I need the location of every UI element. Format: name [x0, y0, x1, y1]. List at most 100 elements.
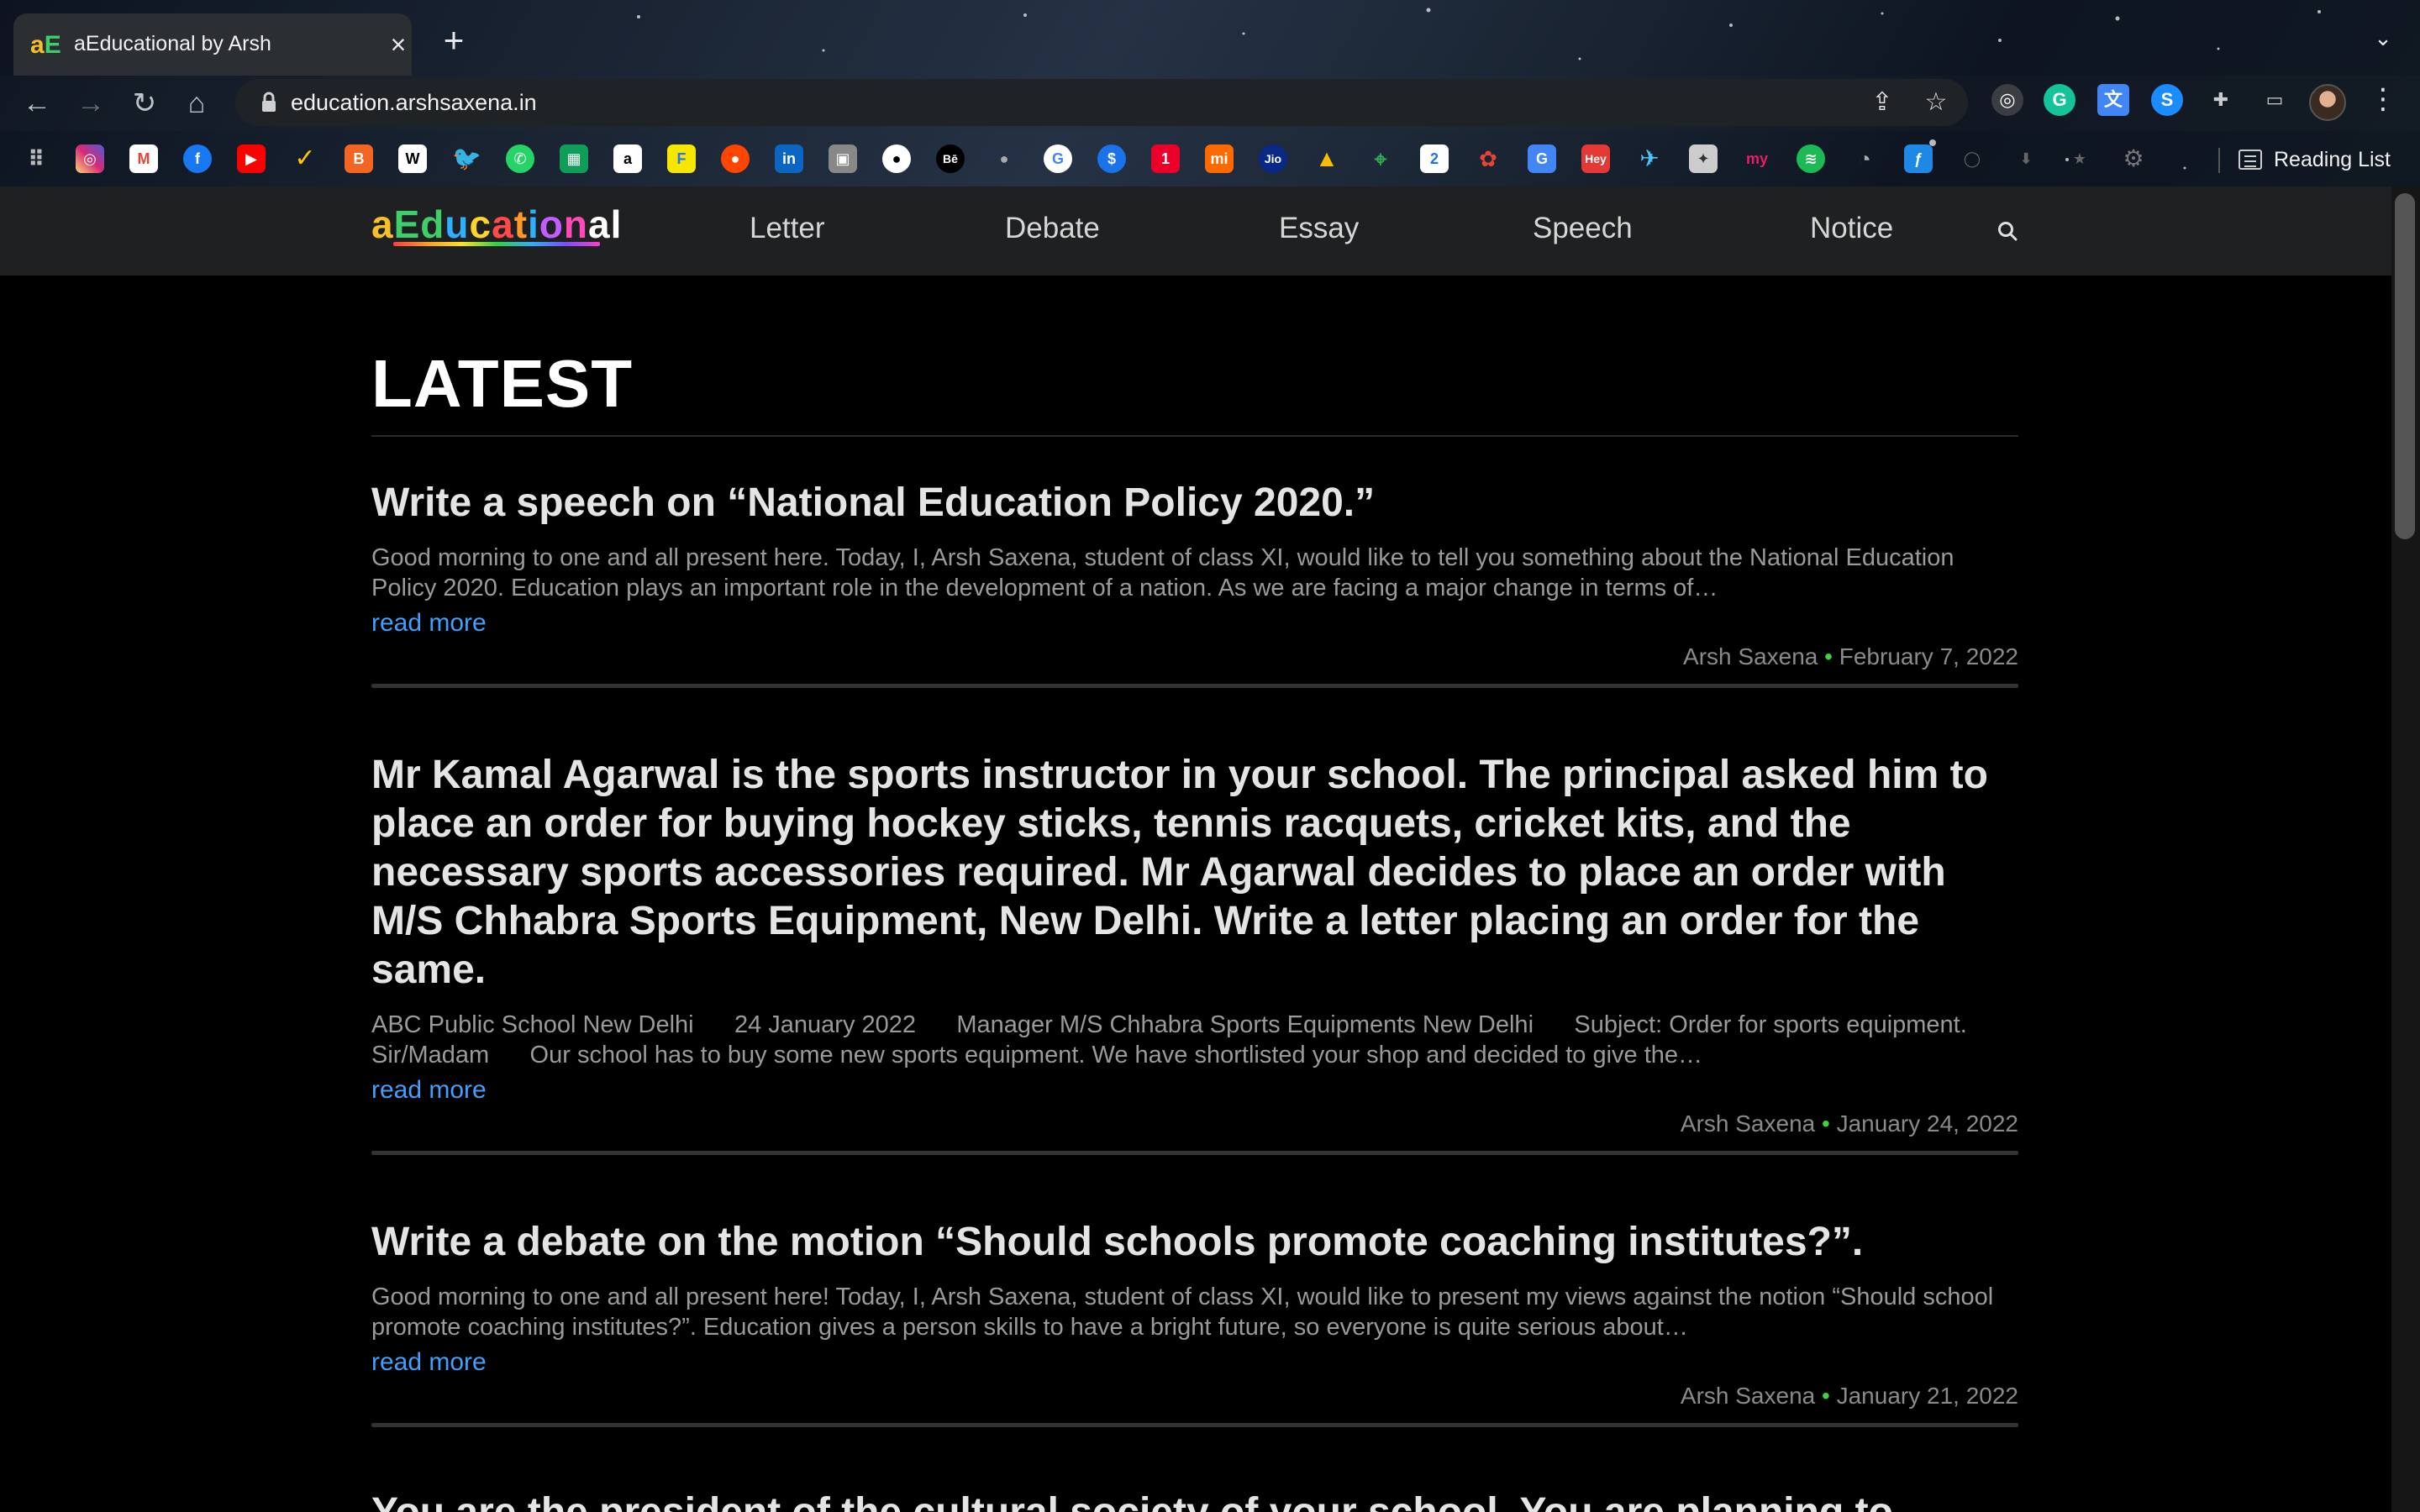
logo-letter: o [539, 202, 564, 246]
logo-letter: a [371, 202, 394, 246]
site-header: aEducational Letter Debate Essay Speech … [0, 186, 2391, 276]
post-title[interactable]: Write a debate on the motion “Should sch… [371, 1218, 2018, 1267]
facebook-icon[interactable]: f [183, 144, 212, 173]
circle-bookmark-icon[interactable]: ◯ [1958, 144, 1986, 173]
new-tab-plus-icon[interactable]: + [437, 23, 471, 59]
close-tab-icon[interactable]: × [385, 31, 412, 59]
share-icon[interactable]: ⇪ [1867, 87, 1897, 118]
nav-debate[interactable]: Debate [1005, 212, 1100, 245]
behance-icon[interactable]: Bē [936, 144, 965, 173]
nav-essay[interactable]: Essay [1279, 212, 1359, 245]
post-title[interactable]: You are the president of the cultural so… [371, 1488, 2018, 1512]
logo-letter: t [513, 202, 529, 246]
calendar-icon[interactable]: 2 [1420, 144, 1449, 173]
post-meta: Arsh Saxena • February 7, 2022 [371, 642, 2018, 672]
tab-search-chevron-icon[interactable]: ⌄ [2368, 25, 2398, 55]
speedometer-icon[interactable]: ◔ [1850, 144, 1879, 173]
checkmark-icon[interactable]: ✓ [291, 144, 319, 173]
post-title[interactable]: Mr Kamal Agarwal is the sports instructo… [371, 751, 2018, 995]
extensions-puzzle-icon[interactable]: ✚ [2205, 84, 2237, 116]
main-content: LATEST Write a speech on “National Educa… [371, 338, 2018, 1512]
home-icon[interactable]: ⌂ [178, 86, 215, 123]
meta-separator: • [1822, 1383, 1830, 1409]
profile-avatar[interactable] [2309, 84, 2346, 121]
reading-list-button[interactable]: Reading List [2238, 144, 2391, 175]
sheets-icon[interactable]: ▦ [560, 144, 588, 173]
post-card: Write a speech on “National Education Po… [371, 479, 2018, 688]
browser-menu-icon[interactable]: ⋮ [2368, 84, 2398, 118]
oneplus-icon[interactable]: 1 [1151, 144, 1180, 173]
extension-icon[interactable]: ◎ [1991, 84, 2023, 116]
flipkart-icon[interactable]: F [667, 144, 696, 173]
post-author[interactable]: Arsh Saxena [1681, 1383, 1815, 1409]
translate-bookmark-icon[interactable]: G [1528, 144, 1556, 173]
drive-icon[interactable]: ▲ [1313, 144, 1341, 173]
instagram-icon[interactable]: ◎ [76, 144, 104, 173]
amazon-icon[interactable]: a [613, 144, 642, 173]
whatsapp-icon[interactable]: ✆ [506, 144, 534, 173]
mi-icon[interactable]: mi [1205, 144, 1234, 173]
file-bookmark-icon[interactable]: ƒ [1904, 144, 1933, 173]
nav-letter[interactable]: Letter [750, 212, 825, 245]
myntra-icon[interactable]: my [1743, 144, 1771, 173]
download-bookmark-icon[interactable]: ⬇ [2012, 144, 2040, 173]
travel-icon[interactable]: ✦ [1689, 144, 1718, 173]
favicon-letter-a: a [30, 31, 45, 59]
grammarly-icon[interactable]: G [2044, 84, 2075, 116]
bookmark-app-icon[interactable]: B [345, 144, 373, 173]
post-title[interactable]: Write a speech on “National Education Po… [371, 479, 2018, 528]
nav-notice[interactable]: Notice [1810, 212, 1893, 245]
dollar-icon[interactable]: $ [1097, 144, 1126, 173]
read-more-link[interactable]: read more [371, 1346, 2018, 1379]
photo-bookmark-icon[interactable]: ▣ [829, 144, 857, 173]
active-tab[interactable]: aE aEducational by Arsh × [13, 13, 412, 76]
scrollbar-thumb[interactable] [2395, 193, 2415, 539]
spotify-icon[interactable]: ≋ [1797, 144, 1825, 173]
post-author[interactable]: Arsh Saxena [1683, 643, 1818, 669]
lock-icon[interactable] [255, 89, 282, 116]
post-author[interactable]: Arsh Saxena [1681, 1110, 1815, 1137]
cast-icon[interactable]: ▭ [2259, 84, 2291, 116]
shazam-icon[interactable]: S [2151, 84, 2183, 116]
bookmarks-bar: ⠿ ◎ M f ▶ ✓ B W 🐦 ✆ ▦ a F ● in ▣ ● Bē ● … [0, 139, 2420, 186]
post-meta: Arsh Saxena • January 24, 2022 [371, 1109, 2018, 1139]
jio-icon[interactable]: Jio [1259, 144, 1287, 173]
settings-gear-icon[interactable]: ⚙ [2119, 144, 2148, 173]
translate-icon[interactable]: 文 [2097, 84, 2129, 116]
bookmarks-divider [2218, 148, 2220, 173]
site-logo[interactable]: aEducational [371, 202, 622, 247]
browser-chrome: aE aEducational by Arsh × + ⌄ ← → ↻ ⌂ ed… [0, 0, 2420, 186]
post-card: You are the president of the cultural so… [371, 1488, 2018, 1512]
search-icon[interactable] [1996, 220, 2018, 242]
linkedin-icon[interactable]: in [775, 144, 803, 173]
read-more-link[interactable]: read more [371, 1074, 2018, 1107]
back-arrow-icon[interactable]: ← [18, 86, 55, 123]
logo-letter: c [469, 202, 492, 246]
logo-letter: u [445, 202, 470, 246]
address-bar[interactable]: education.arshsaxena.in ⇪ ☆ [235, 79, 1968, 126]
flight-icon[interactable]: ✈ [1635, 144, 1664, 173]
twitter-icon[interactable]: 🐦 [452, 144, 481, 173]
site-favicon-icon: aE [30, 30, 61, 60]
star-bookmark-icon[interactable]: ★ [2065, 144, 2094, 173]
forward-arrow-icon[interactable]: → [72, 86, 109, 123]
maps-icon[interactable]: ⌖ [1366, 144, 1395, 173]
github-icon[interactable]: ● [882, 144, 911, 173]
hey-icon[interactable]: Hey [1581, 144, 1610, 173]
nav-speech[interactable]: Speech [1533, 212, 1633, 245]
url-text[interactable]: education.arshsaxena.in [291, 90, 537, 116]
photos-icon[interactable]: ✿ [1474, 144, 1502, 173]
gmail-icon[interactable]: M [129, 144, 158, 173]
bookmark-star-icon[interactable]: ☆ [1921, 87, 1951, 118]
post-date: February 7, 2022 [1839, 643, 2018, 669]
reload-icon[interactable]: ↻ [126, 86, 163, 123]
wikipedia-icon[interactable]: W [398, 144, 427, 173]
meta-separator: • [1824, 643, 1833, 669]
tab-strip: aE aEducational by Arsh × + ⌄ [0, 0, 2420, 76]
google-icon[interactable]: G [1044, 144, 1072, 173]
reddit-icon[interactable]: ● [721, 144, 750, 173]
youtube-icon[interactable]: ▶ [237, 144, 266, 173]
read-more-link[interactable]: read more [371, 606, 2018, 640]
apps-grid-icon[interactable]: ⠿ [22, 144, 50, 173]
apple-icon[interactable]: ● [990, 144, 1018, 173]
